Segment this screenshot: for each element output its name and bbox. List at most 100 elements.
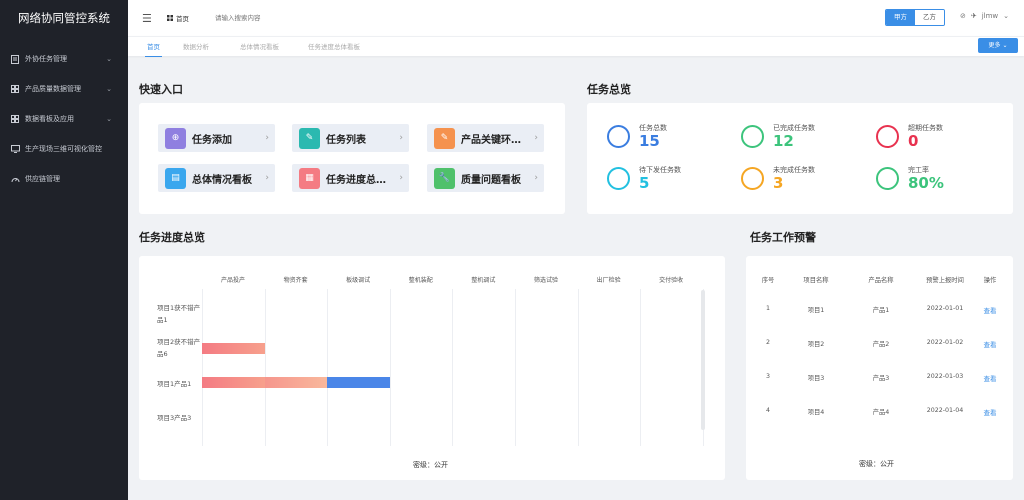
table-cell: 2022-01-01 — [926, 305, 964, 312]
progress-title: 任务进度总览 — [139, 231, 205, 244]
column-header-date: 预警上报时间 — [926, 277, 964, 284]
rocket-icon[interactable]: ✈ — [971, 12, 977, 20]
column-header-project: 项目名称 — [803, 277, 829, 284]
quick-entry-label: 任务添加 — [192, 134, 232, 146]
party-b-button[interactable]: 乙方 — [915, 10, 944, 25]
chevron-down-icon[interactable]: ⌄ — [1003, 12, 1009, 20]
stage-header: 交付验收 — [659, 277, 684, 284]
table-cell: 项目1 — [807, 307, 825, 314]
wrench-icon: 🔧 — [434, 167, 455, 189]
sidebar-item-quality-data[interactable]: 产品质量数据管理 ⌄ — [0, 74, 128, 104]
breadcrumb: 首页 — [167, 13, 189, 23]
ring-icon — [607, 125, 630, 148]
table-cell: 项目4 — [807, 409, 825, 416]
grid-line — [640, 289, 642, 446]
table-cell: 2 — [765, 339, 770, 346]
stat-value: 12 — [773, 132, 794, 150]
gantt-bar[interactable] — [327, 377, 390, 388]
gantt-bar[interactable] — [202, 343, 265, 354]
more-button[interactable]: 更多 ⌄ — [978, 38, 1018, 53]
grid-line — [577, 289, 579, 446]
top-bar: ☰ 首页 甲方 乙方 ⊘ ✈ jlmw ⌄ — [128, 0, 1024, 36]
view-link[interactable]: 查看 — [977, 339, 1003, 349]
sidebar-item-label: 外协任务管理 — [25, 55, 67, 63]
quick-entry-quality-board[interactable]: 🔧 质量问题看板 › — [427, 164, 544, 192]
grid-line — [389, 289, 391, 446]
stat-completed-tasks: 已完成任务数 12 — [741, 123, 815, 150]
view-link[interactable]: 查看 — [977, 305, 1003, 315]
sidebar-item-outsourcing-tasks[interactable]: 外协任务管理 ⌄ — [0, 44, 128, 74]
quick-entry-task-list[interactable]: ✎ 任务列表 › — [292, 124, 409, 152]
warning-title: 任务工作预警 — [750, 231, 816, 244]
tab-data-analysis[interactable]: 数据分析 — [183, 37, 209, 57]
gantt-row-label: 项目3产品3 — [157, 414, 192, 422]
chevron-down-icon: ⌄ — [106, 115, 112, 123]
quick-entry-label: 任务进度总体… — [326, 174, 394, 186]
chevron-right-icon: › — [265, 173, 269, 183]
stat-value: 80% — [908, 174, 944, 192]
sidebar-item-supply-chain[interactable]: 供应链管理 — [0, 164, 128, 194]
table-cell: 项目3 — [807, 375, 825, 382]
stage-header: 产品投产 — [220, 277, 245, 284]
chevron-down-icon: ⌄ — [106, 85, 112, 93]
chevron-down-icon: ⌄ — [106, 55, 112, 63]
menu-toggle-icon[interactable]: ☰ — [142, 12, 153, 25]
party-a-button[interactable]: 甲方 — [886, 10, 915, 25]
stage-header: 筛选试验 — [533, 277, 558, 284]
ring-icon — [876, 167, 899, 190]
stat-value: 5 — [639, 174, 650, 192]
ring-icon — [741, 125, 764, 148]
tab-progress-board[interactable]: 任务进度总体看板 — [308, 37, 360, 57]
table-cell: 3 — [765, 373, 770, 380]
quick-entry-progress-board[interactable]: ▦ 任务进度总体… › — [292, 164, 409, 192]
table-cell: 产品2 — [872, 341, 890, 348]
grid-line — [327, 289, 329, 446]
home-grid-icon — [167, 15, 173, 21]
gantt-bar[interactable] — [202, 377, 265, 388]
overview-title: 任务总览 — [587, 83, 631, 96]
column-header-action: 操作 — [983, 277, 997, 284]
breadcrumb-home[interactable]: 首页 — [176, 13, 189, 23]
topbar-icons: ⊘ ✈ jlmw ⌄ — [960, 12, 1009, 20]
column-header-product: 产品名称 — [868, 277, 894, 284]
stat-value: 0 — [908, 132, 919, 150]
gantt-bar[interactable] — [264, 377, 328, 388]
grid-line — [264, 289, 266, 446]
grid-line — [515, 289, 516, 446]
user-name[interactable]: jlmw — [982, 12, 998, 20]
stage-header: 整机装配 — [408, 277, 433, 284]
gantt-row-label: 项目1获不错产品1 — [157, 304, 201, 324]
stat-completion-rate: 完工率 80% — [876, 165, 944, 192]
quick-entry-overall-board[interactable]: ▤ 总体情况看板 › — [158, 164, 275, 192]
ring-icon — [741, 167, 764, 190]
grid-line — [452, 289, 454, 446]
link-icon[interactable]: ⊘ — [960, 12, 966, 20]
table-cell: 项目2 — [807, 341, 825, 348]
party-switch: 甲方 乙方 — [885, 9, 945, 26]
search-input[interactable] — [215, 14, 375, 22]
view-link[interactable]: 查看 — [977, 407, 1003, 417]
table-cell: 2022-01-04 — [926, 407, 964, 414]
document-icon — [10, 54, 20, 64]
grid-line — [202, 289, 203, 446]
sidebar-item-3d-visualization[interactable]: 生产现场三维可视化管控 — [0, 134, 128, 164]
sidebar-item-dashboards[interactable]: 数据看板及应用 ⌄ — [0, 104, 128, 134]
quick-entry-task-add[interactable]: ⊕ 任务添加 › — [158, 124, 275, 152]
sidebar-item-label: 数据看板及应用 — [25, 115, 74, 123]
stage-header: 整机调试 — [471, 277, 496, 284]
warning-card — [746, 256, 1013, 480]
table-cell: 2022-01-02 — [926, 339, 964, 346]
quick-entry-key-process[interactable]: ✎ 产品关键环节… › — [427, 124, 544, 152]
stat-value: 15 — [639, 132, 660, 150]
scrollbar[interactable] — [701, 290, 705, 430]
quick-entry-label: 产品关键环节… — [461, 134, 529, 146]
tab-home[interactable]: 首页 — [145, 37, 162, 57]
quick-entry-label: 质量问题看板 — [461, 174, 521, 186]
tab-overall-board[interactable]: 总体情况看板 — [240, 37, 279, 57]
table-cell: 1 — [765, 305, 770, 312]
stat-overdue-tasks: 超期任务数 0 — [876, 123, 943, 150]
stage-header: 板级调试 — [346, 277, 371, 284]
monitor-icon — [10, 145, 20, 154]
sidebar-item-label: 生产现场三维可视化管控 — [25, 145, 102, 153]
view-link[interactable]: 查看 — [977, 373, 1003, 383]
